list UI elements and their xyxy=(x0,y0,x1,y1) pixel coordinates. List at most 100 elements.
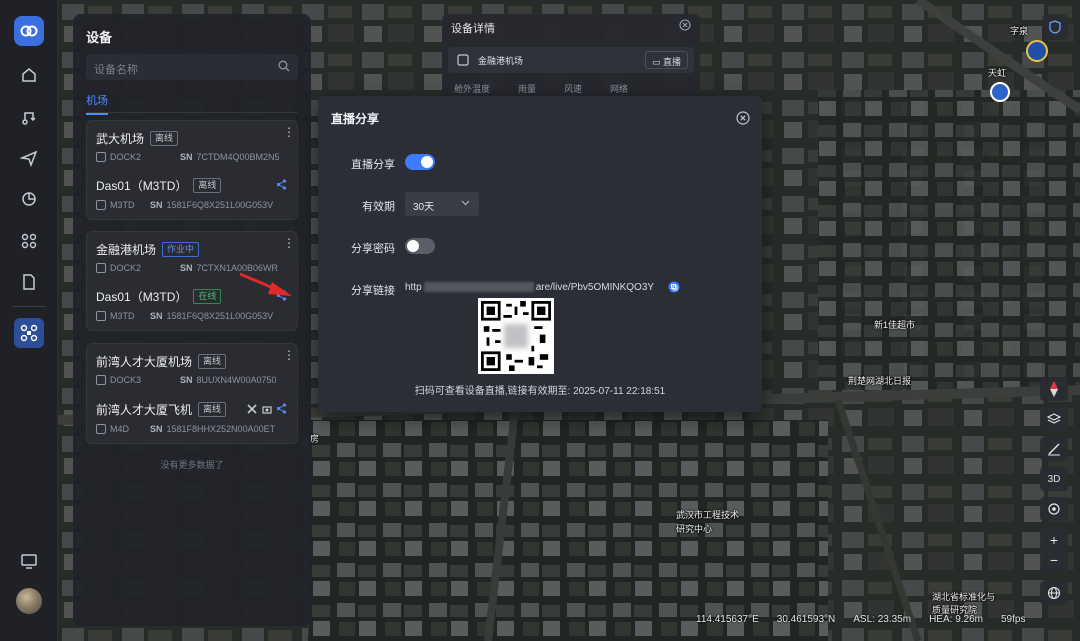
share-link-text[interactable]: http are/live/Pbv5OMINKQO3Y xyxy=(405,282,654,293)
link-redacted xyxy=(423,282,534,293)
drone-sn: 1581F8HHX252N00A00ET xyxy=(166,424,276,434)
drone-status-badge: 离线 xyxy=(198,402,227,417)
drone-status-icon xyxy=(247,404,257,414)
map-label: 天虹 xyxy=(988,68,1007,78)
avatar[interactable] xyxy=(16,588,42,614)
live-share-toggle[interactable] xyxy=(405,154,435,170)
map-label: 新1佳超市 xyxy=(874,320,916,330)
monitor-icon[interactable] xyxy=(14,546,44,576)
route-icon[interactable] xyxy=(14,102,44,132)
search-icon xyxy=(278,60,290,72)
sn-label: SN xyxy=(180,152,193,162)
qr-code xyxy=(478,298,554,374)
toggle-knob xyxy=(421,156,433,168)
stat-label: 雨量 xyxy=(518,84,537,94)
map-label: 荆楚网湖北日报 xyxy=(848,376,912,386)
document-icon[interactable] xyxy=(14,267,44,297)
drone-marker-icon[interactable] xyxy=(1026,40,1048,62)
detail-stats: 舱外温度 雨量 风速 网络 xyxy=(454,82,628,95)
dock-icon xyxy=(96,263,106,273)
close-icon[interactable] xyxy=(679,19,691,31)
layers-shield-icon[interactable] xyxy=(1042,14,1068,40)
map-label: 武汉市工程技术 xyxy=(676,510,740,520)
live-share-label: 直播分享 xyxy=(351,159,395,171)
stat-label: 舱外温度 xyxy=(454,84,491,94)
drone-icon xyxy=(96,311,106,321)
dock-card[interactable]: 武大机场 离线 ⋮ DOCK2 SN 7CTDM4Q00BM2N5 Das01（… xyxy=(86,120,298,220)
live-share-modal: 直播分享 直播分享 有效期 30天 分享密码 分享链接 http are/live… xyxy=(318,96,762,412)
copy-link-icon[interactable] xyxy=(668,281,680,293)
drone-sn: 1581F6Q8X251L00G053V xyxy=(166,200,274,210)
globe-icon[interactable] xyxy=(1040,581,1068,605)
detail-title: 设备详情 xyxy=(451,23,495,35)
sn-label: SN xyxy=(150,200,163,210)
validity-label: 有效期 xyxy=(362,201,395,213)
red-arrow-icon xyxy=(239,272,292,296)
share-icon[interactable] xyxy=(276,179,287,190)
apps-grid-icon[interactable] xyxy=(14,226,44,256)
longitude-readout: 114.415637°E xyxy=(696,614,759,625)
pie-chart-icon[interactable] xyxy=(14,184,44,214)
drone-model: M3TD xyxy=(110,200,135,210)
sn-label: SN xyxy=(180,375,193,385)
status-badge: 作业中 xyxy=(162,242,200,257)
dock-marker-icon[interactable] xyxy=(990,82,1010,102)
dock-model: DOCK3 xyxy=(110,375,142,385)
link-prefix: http xyxy=(405,282,422,293)
map-label: 字泉 xyxy=(1010,26,1029,36)
detail-dock-row: 金融港机场 ▭ 直播 xyxy=(448,47,694,73)
map-label: 湖北省标准化与 xyxy=(932,592,996,602)
device-detail-panel: 设备详情 金融港机场 ▭ 直播 舱外温度 雨量 风速 网络 xyxy=(442,14,700,104)
locate-icon[interactable] xyxy=(1040,497,1068,521)
drone-name: Das01（M3TD） xyxy=(96,290,188,304)
share-icon[interactable] xyxy=(276,403,287,414)
app-logo-icon[interactable] xyxy=(14,16,44,46)
device-panel: 设备 设备名称 机场 武大机场 离线 ⋮ DOCK2 SN 7CTDM4Q00B… xyxy=(73,14,311,626)
map-label: 研究中心 xyxy=(676,524,713,534)
zoom-control: + − xyxy=(1040,527,1068,573)
dock-name: 武大机场 xyxy=(96,132,145,146)
dock-name: 前湾人才大厦机场 xyxy=(96,355,193,369)
stat-label: 风速 xyxy=(564,84,583,94)
dock-model: DOCK2 xyxy=(110,263,142,273)
sn-label: SN xyxy=(150,311,163,321)
latitude-readout: 30.461593°N xyxy=(776,614,836,625)
dock-name: 金融港机场 xyxy=(96,243,157,257)
drone-name: 前湾人才大厦飞机 xyxy=(96,403,193,417)
toggle-knob xyxy=(407,240,419,252)
more-menu-icon[interactable]: ⋮ xyxy=(283,349,295,361)
share-link-label: 分享链接 xyxy=(351,285,395,297)
validity-select[interactable]: 30天 xyxy=(405,192,479,216)
dock-icon xyxy=(457,54,469,66)
drone-model: M3TD xyxy=(110,311,135,321)
sn-label: SN xyxy=(180,263,193,273)
search-input[interactable]: 设备名称 xyxy=(86,54,298,80)
3d-label: 3D xyxy=(1047,473,1061,485)
dock-card[interactable]: 前湾人才大厦机场 离线 ⋮ DOCK3 SN 8UUXN4W00A0750 前湾… xyxy=(86,343,298,444)
dock-sn: 8UUXN4W00A0750 xyxy=(196,375,277,385)
rail-divider xyxy=(12,306,46,307)
dock-icon xyxy=(96,375,106,385)
map-label: 房 xyxy=(310,434,320,444)
home-icon[interactable] xyxy=(14,60,44,90)
drone-status-badge: 在线 xyxy=(193,289,222,304)
close-icon[interactable] xyxy=(736,111,750,125)
zoom-in-icon[interactable]: + xyxy=(1050,530,1058,550)
send-icon[interactable] xyxy=(14,143,44,173)
3d-toggle-button[interactable]: 3D xyxy=(1040,467,1068,491)
left-nav-rail xyxy=(0,0,58,641)
asl-readout: ASL: 23.35m xyxy=(853,614,912,625)
measure-icon[interactable] xyxy=(1040,437,1068,461)
more-menu-icon[interactable]: ⋮ xyxy=(283,126,295,138)
drone-device-icon[interactable] xyxy=(14,318,44,348)
password-toggle[interactable] xyxy=(405,238,435,254)
layers-icon[interactable] xyxy=(1040,407,1068,431)
zoom-out-icon[interactable]: − xyxy=(1050,550,1058,570)
compass-icon[interactable] xyxy=(1040,377,1068,401)
live-button[interactable]: ▭ 直播 xyxy=(644,51,688,69)
dock-sn: 7CTDM4Q00BM2N5 xyxy=(196,152,280,162)
link-suffix: are/live/Pbv5OMINKQO3Y xyxy=(535,282,655,293)
map-status-bar: 114.415637°E 30.461593°N ASL: 23.35m HEA… xyxy=(696,614,1025,625)
qr-caption: 扫码可查看设备直播,链接有效期至: 2025-07-11 22:18:51 xyxy=(414,386,666,397)
more-menu-icon[interactable]: ⋮ xyxy=(283,237,295,249)
